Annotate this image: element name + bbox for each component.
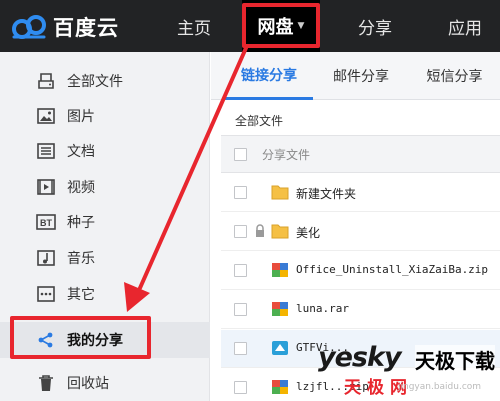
sidebar-item-label: 图片 [67,109,95,125]
sidebar-item-label: 全部文件 [67,74,123,90]
document-icon [36,141,56,161]
more-icon [36,284,56,304]
archive-icon [272,302,288,316]
sidebar-item-label: 音乐 [67,251,95,267]
trash-icon [36,373,56,393]
video-icon [36,177,56,197]
bt-icon-text: BT [40,218,52,228]
archive-icon [272,380,288,394]
sidebar-item-videos[interactable]: 视频 [0,170,210,204]
watermark-cn-top: 天极下载 [415,345,495,374]
nav-apps-label: 应用 [448,18,482,39]
tab-sms-share[interactable]: 短信分享 [409,52,500,100]
tab-label: 短信分享 [426,69,483,85]
row-checkbox[interactable] [234,381,247,394]
column-header-shared-files: 分享文件 [262,147,311,162]
tab-email-share[interactable]: 邮件分享 [313,52,409,100]
sidebar-item-label: 视频 [67,180,95,196]
nav-apps[interactable]: 应用 [430,0,500,52]
drive-icon [36,71,56,91]
nav-share[interactable]: 分享 [340,0,410,52]
row-checkbox[interactable] [234,342,247,355]
lock-icon [256,224,264,237]
bt-icon: BT [36,212,56,232]
file-row[interactable]: Office_Uninstall_XiaZaiBa.zip [221,252,500,290]
file-name[interactable]: 美化 [296,224,320,241]
annotation-box-my-shares [10,316,151,359]
file-name[interactable]: Office_Uninstall_XiaZaiBa.zip [296,263,488,276]
file-row[interactable]: luna.rar [221,291,500,329]
sidebar-item-images[interactable]: 图片 [0,99,210,133]
file-name[interactable]: 新建文件夹 [296,185,356,202]
archive-icon [272,263,288,277]
file-row[interactable]: 新建文件夹 [221,174,500,212]
nav-home[interactable]: 主页 [160,0,228,52]
sidebar-item-label: 种子 [67,215,95,231]
sidebar-item-recycle-bin[interactable]: 回收站 [0,366,210,400]
watermark-url: jingyan.baidu.com [398,382,482,392]
tab-link-share[interactable]: 链接分享 [225,52,313,100]
row-checkbox[interactable] [234,264,247,277]
row-checkbox[interactable] [234,186,247,199]
app-icon [272,341,288,355]
file-name[interactable]: luna.rar [296,302,349,315]
sidebar-item-label: 其它 [67,287,95,303]
tab-label: 链接分享 [241,67,297,84]
sidebar-item-other[interactable]: 其它 [0,277,210,311]
watermark: yesky 天极下载 天极网 jingyan.baidu.com [318,340,500,401]
row-checkbox[interactable] [234,225,247,238]
cloud-logo-icon [12,15,46,39]
folder-icon [271,224,289,239]
file-list-header: 分享文件 [221,135,500,173]
image-icon [36,106,56,126]
annotation-box-netdisk [242,3,320,48]
baidu-cloud-logo[interactable]: 百度云 [10,12,119,42]
breadcrumb[interactable]: 全部文件 [235,112,283,129]
nav-share-label: 分享 [358,18,392,39]
sidebar-item-all-files[interactable]: 全部文件 [0,64,210,98]
sidebar-item-documents[interactable]: 文档 [0,134,210,168]
select-all-checkbox[interactable] [234,148,247,161]
watermark-brand: yesky [318,342,402,373]
music-icon [36,248,56,268]
row-checkbox[interactable] [234,303,247,316]
tab-label: 邮件分享 [333,69,389,85]
nav-home-label: 主页 [177,18,211,39]
logo-text: 百度云 [53,16,119,40]
sidebar-item-label: 文档 [67,144,95,160]
file-row[interactable]: 美化 [221,213,500,251]
share-tabs: 链接分享 邮件分享 短信分享 [211,52,500,100]
folder-icon [271,185,289,200]
sidebar-item-torrents[interactable]: BT 种子 [0,205,210,239]
sidebar-item-music[interactable]: 音乐 [0,241,210,275]
sidebar-item-label: 回收站 [67,376,109,392]
